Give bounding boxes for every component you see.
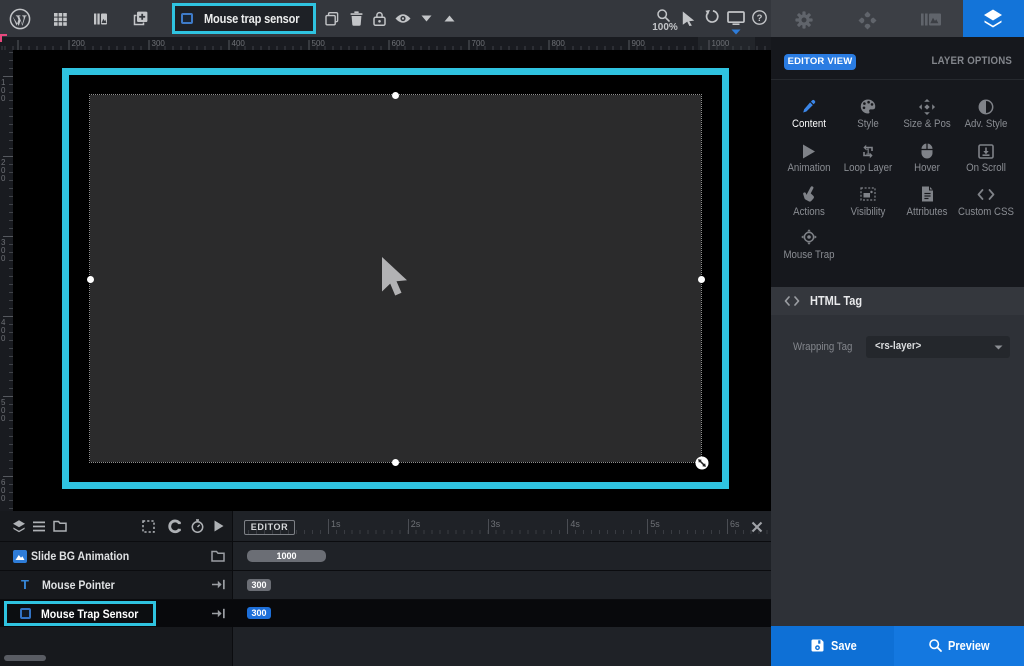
- svg-text:1: 1: [866, 148, 871, 157]
- svg-text:?: ?: [757, 13, 763, 24]
